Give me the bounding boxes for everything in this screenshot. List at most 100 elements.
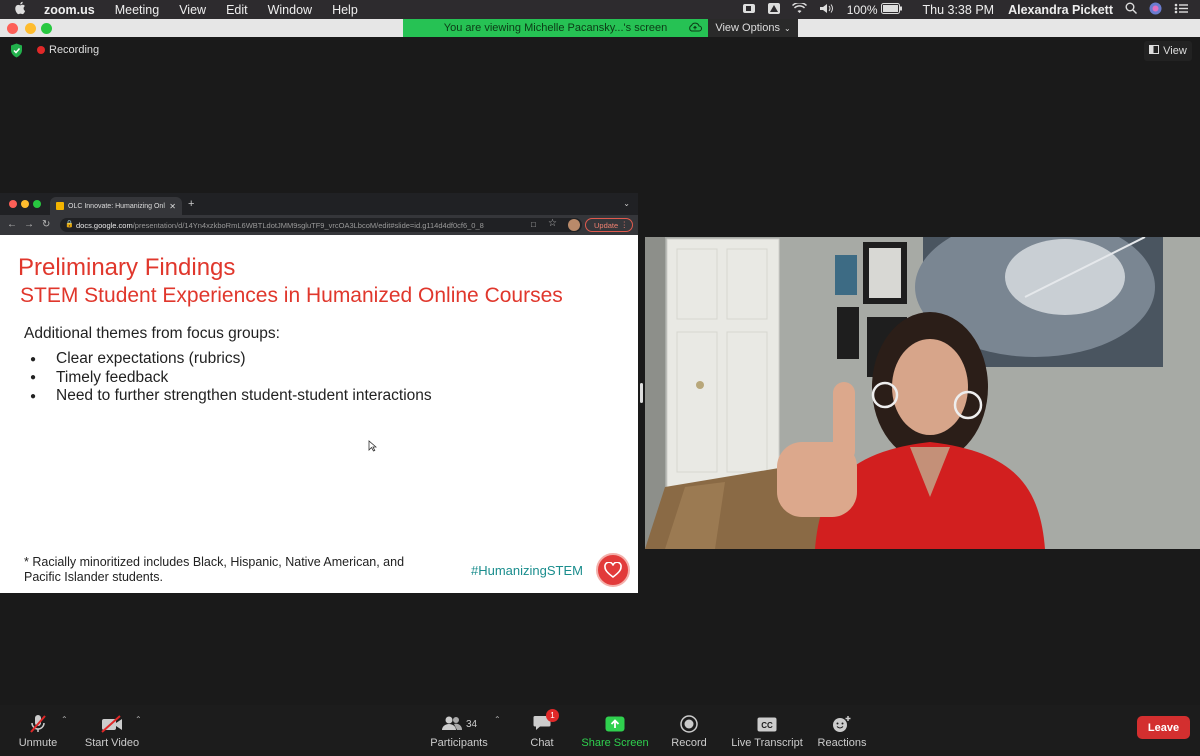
menu-window[interactable]: Window xyxy=(268,3,312,17)
tab-search-chevron-icon[interactable]: ⌄ xyxy=(623,199,630,208)
record-icon xyxy=(680,711,698,737)
reactions-button[interactable]: Reactions xyxy=(817,711,867,756)
participants-button[interactable]: 34 Participants xyxy=(430,711,488,756)
live-transcript-button[interactable]: CC Live Transcript xyxy=(731,711,803,756)
url-field[interactable]: 🔒 docs.google.com/presentation/d/14Yn4xz… xyxy=(60,218,582,232)
participant-video[interactable] xyxy=(645,237,1200,549)
macos-menubar: zoom.us Meeting View Edit Window Help 10… xyxy=(0,0,1200,19)
unmute-label: Unmute xyxy=(18,737,58,749)
closed-caption-icon: CC xyxy=(757,711,777,737)
spotlight-search-icon[interactable] xyxy=(1125,2,1137,17)
start-video-label: Start Video xyxy=(84,737,140,749)
close-tab-icon[interactable]: ✕ xyxy=(169,202,176,211)
slide-hashtag: #HumanizingSTEM xyxy=(471,563,583,578)
view-button-label: View xyxy=(1163,45,1187,57)
participants-options-chevron-icon[interactable]: ⌃ xyxy=(494,715,501,724)
chat-button[interactable]: 1 Chat xyxy=(529,709,559,756)
footnote-line: * Racially minoritized includes Black, H… xyxy=(24,555,405,569)
new-tab-icon[interactable]: + xyxy=(188,198,194,210)
menu-view[interactable]: View xyxy=(179,3,206,17)
update-label: Update xyxy=(594,220,619,230)
browser-tab[interactable]: OLC Innovate: Humanizing Onl ✕ xyxy=(50,197,182,215)
record-label: Record xyxy=(671,737,707,749)
chat-unread-badge: 1 xyxy=(546,709,559,722)
slides-favicon-icon xyxy=(56,202,64,210)
mouse-cursor-icon xyxy=(368,440,378,455)
split-resize-handle[interactable] xyxy=(640,383,643,403)
reload-icon[interactable]: ↻ xyxy=(42,219,50,230)
shared-screen[interactable]: OLC Innovate: Humanizing Onl ✕ + ⌄ ← → ↻… xyxy=(0,193,638,593)
smiley-plus-icon xyxy=(832,711,852,737)
view-layout-icon xyxy=(1149,45,1160,57)
bookmark-star-icon[interactable]: ☆ xyxy=(548,218,557,229)
recording-dot-icon xyxy=(37,46,45,54)
share-page-icon[interactable]: □ xyxy=(531,220,536,229)
bullet-icon: ● xyxy=(30,353,37,365)
url-host: docs.google.com xyxy=(76,220,133,230)
start-video-button[interactable]: Start Video xyxy=(84,711,140,756)
zoom-window-button[interactable] xyxy=(41,23,52,34)
browser-minimize-button[interactable] xyxy=(21,200,29,208)
volume-icon[interactable] xyxy=(819,3,835,17)
participants-icon-wrap: 34 xyxy=(441,711,477,737)
close-window-button[interactable] xyxy=(7,23,18,34)
record-button[interactable]: Record xyxy=(671,711,707,756)
reactions-label: Reactions xyxy=(817,737,867,749)
list-item: ● Clear expectations (rubrics) xyxy=(30,350,432,369)
browser-tab-title: OLC Innovate: Humanizing Onl xyxy=(68,202,165,210)
profile-avatar[interactable] xyxy=(568,219,580,231)
live-transcript-label: Live Transcript xyxy=(731,737,803,749)
drive-icon[interactable] xyxy=(767,2,780,17)
share-screen-label: Share Screen xyxy=(581,737,649,749)
wifi-icon[interactable] xyxy=(791,1,807,17)
slide: Preliminary Findings STEM Student Experi… xyxy=(0,235,638,593)
encryption-shield-icon[interactable] xyxy=(10,43,23,63)
update-button[interactable]: Update ⋮ xyxy=(585,218,633,232)
browser-maximize-button[interactable] xyxy=(33,200,41,208)
slide-intro: Additional themes from focus groups: xyxy=(24,325,280,342)
chevron-down-icon: ⌄ xyxy=(783,23,791,33)
browser-address-bar: ← → ↻ 🔒 docs.google.com/presentation/d/1… xyxy=(0,215,638,235)
viewing-screen-banner: You are viewing Michelle Pacansky...'s s… xyxy=(403,19,708,37)
menu-app-name[interactable]: zoom.us xyxy=(44,3,95,17)
battery-icon[interactable] xyxy=(880,2,903,17)
leave-button[interactable]: Leave xyxy=(1137,716,1190,739)
more-menu-icon: ⋮ xyxy=(620,220,629,229)
share-screen-icon xyxy=(605,711,625,737)
slide-footnote: * Racially minoritized includes Black, H… xyxy=(24,555,444,585)
video-options-chevron-icon[interactable]: ⌃ xyxy=(135,715,142,724)
apple-menu-icon[interactable] xyxy=(14,1,30,18)
back-arrow-icon[interactable]: ← xyxy=(7,219,17,230)
recording-indicator[interactable]: Recording xyxy=(37,44,99,56)
bullet-text: Clear expectations (rubrics) xyxy=(56,350,246,368)
zoom-status-icon[interactable] xyxy=(742,3,756,17)
user-name[interactable]: Alexandra Pickett xyxy=(1008,3,1113,17)
viewing-screen-text: You are viewing Michelle Pacansky...'s s… xyxy=(443,22,668,34)
chat-label: Chat xyxy=(530,737,554,749)
chat-icon-wrap: 1 xyxy=(533,709,559,737)
slide-title: Preliminary Findings xyxy=(18,254,236,281)
bullet-text: Need to further strengthen student-stude… xyxy=(56,387,432,405)
view-button[interactable]: View xyxy=(1144,41,1192,61)
battery-percent: 100% xyxy=(846,2,878,17)
participants-count: 34 xyxy=(465,718,478,730)
menu-help[interactable]: Help xyxy=(332,3,358,17)
audio-options-chevron-icon[interactable]: ⌃ xyxy=(61,715,68,724)
lock-icon: 🔒 xyxy=(65,221,74,228)
bullet-icon: ● xyxy=(30,390,37,402)
share-screen-button[interactable]: Share Screen xyxy=(581,711,649,756)
svg-text:CC: CC xyxy=(761,721,773,730)
unmute-button[interactable]: Unmute xyxy=(18,711,58,756)
forward-arrow-icon[interactable]: → xyxy=(24,219,34,230)
bullet-text: Timely feedback xyxy=(56,368,169,386)
minimize-window-button[interactable] xyxy=(25,23,36,34)
siri-icon[interactable] xyxy=(1149,2,1162,18)
browser-close-button[interactable] xyxy=(9,200,17,208)
control-center-icon[interactable] xyxy=(1174,3,1188,17)
clock[interactable]: Thu 3:38 PM xyxy=(923,3,995,17)
menu-edit[interactable]: Edit xyxy=(226,3,248,17)
view-options-dropdown[interactable]: View Options ⌄ xyxy=(708,19,798,37)
cloud-upload-icon[interactable] xyxy=(688,21,702,36)
browser-tab-strip: OLC Innovate: Humanizing Onl ✕ + ⌄ xyxy=(0,193,638,215)
menu-meeting[interactable]: Meeting xyxy=(115,3,159,17)
